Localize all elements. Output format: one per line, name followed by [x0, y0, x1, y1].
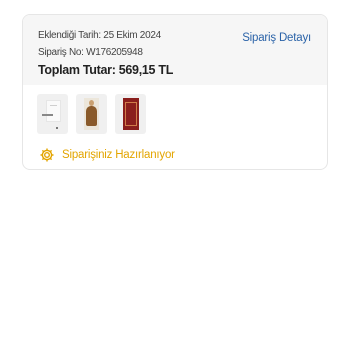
- product-thumbnail[interactable]: [37, 94, 68, 134]
- order-items: [37, 94, 146, 134]
- order-number: Sipariş No: W176205948: [38, 47, 143, 58]
- order-total: Toplam Tutar: 569,15 TL: [38, 63, 174, 77]
- product-thumbnail[interactable]: [76, 94, 107, 134]
- product-thumbnail[interactable]: [115, 94, 146, 134]
- order-status: Siparişiniz Hazırlanıyor: [39, 147, 175, 163]
- status-text: Siparişiniz Hazırlanıyor: [62, 149, 175, 161]
- book-cover-image: [46, 100, 61, 122]
- order-card: Eklendiği Tarih: 25 Ekim 2024 Sipariş No…: [22, 14, 328, 170]
- order-date: Eklendiği Tarih: 25 Ekim 2024: [38, 30, 161, 41]
- gear-icon: [40, 148, 54, 162]
- order-detail-link[interactable]: Sipariş Detayı: [242, 32, 311, 44]
- order-card-header: Eklendiği Tarih: 25 Ekim 2024 Sipariş No…: [23, 15, 327, 85]
